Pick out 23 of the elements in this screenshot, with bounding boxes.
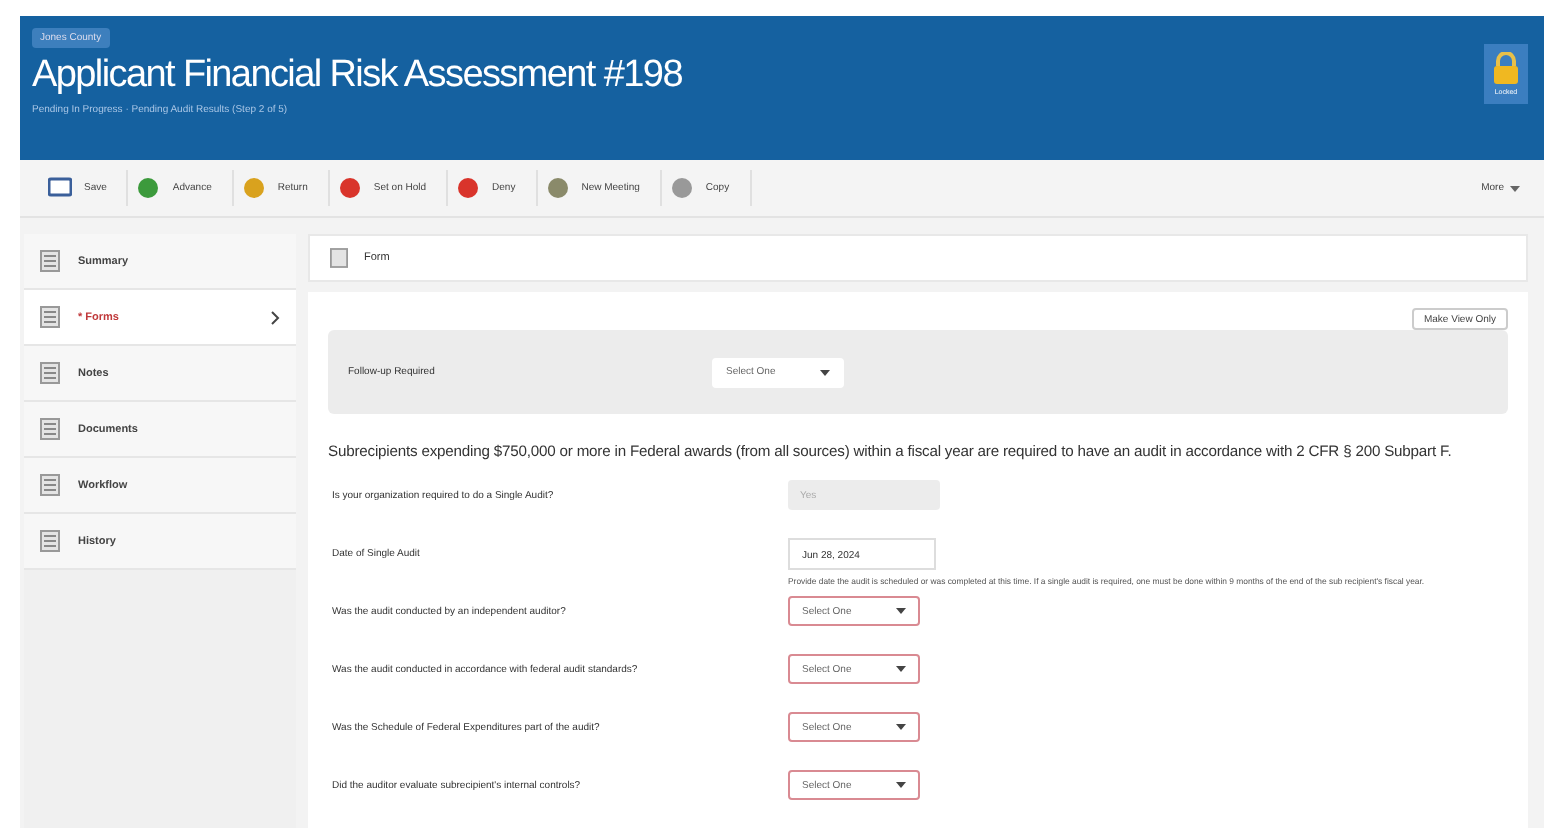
- toolbar-icon: [669, 176, 694, 200]
- caret-icon: [820, 369, 830, 375]
- page-icon: [40, 362, 60, 384]
- page-icon: [40, 474, 60, 496]
- toolbar-icon: [48, 176, 72, 200]
- caret-icon: [1510, 185, 1520, 191]
- toolbar-icon: [241, 176, 266, 200]
- page-title: Applicant Financial Risk Assessment #198: [32, 54, 682, 98]
- caret-icon: [896, 666, 906, 673]
- page-icon: [40, 306, 60, 328]
- caret-icon: [896, 608, 906, 615]
- caret-icon: [896, 782, 906, 789]
- toolbar-icon: [337, 176, 362, 200]
- page-icon: [40, 250, 60, 272]
- chevron-icon: [270, 309, 280, 325]
- toolbar-icon: [545, 176, 570, 200]
- toolbar-icon: [456, 176, 481, 200]
- page-icon: [40, 418, 60, 440]
- page-icon: [330, 248, 348, 268]
- padlock-icon: [1492, 52, 1520, 84]
- toolbar-icon: [136, 176, 161, 200]
- caret-icon: [896, 724, 906, 731]
- page-icon: [40, 530, 60, 552]
